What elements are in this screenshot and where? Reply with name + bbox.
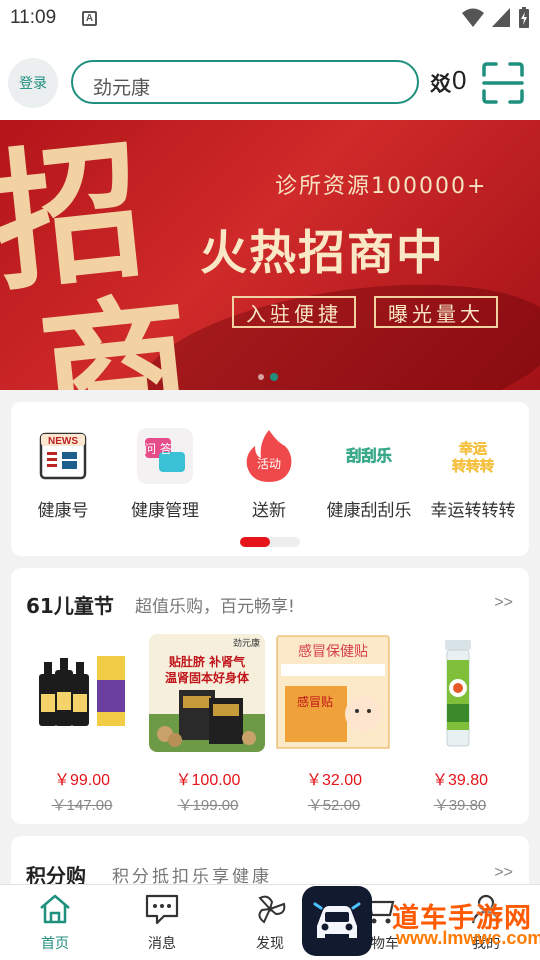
more-link[interactable]: >> [494,864,513,882]
product-patch-label: 感冒贴 [297,694,333,709]
product-card[interactable]: ￥99.00 ￥147.00 [23,634,141,815]
banner-tag-1: 入驻便捷 [232,296,356,328]
qa-icon-text: 问 答 [144,441,172,456]
site-watermark: 道车手游网 www.lmwwc.com [300,884,540,960]
tab-home[interactable]: 首页 [15,891,95,953]
tab-label: 发现 [256,936,284,952]
tab-discover[interactable]: 发现 [230,891,310,953]
health-qa-icon: 问 答 [137,428,193,484]
product-price: ￥100.00 [175,772,241,789]
activity-flame-icon: 活动 [241,428,297,484]
section-title: 61儿童节 [26,594,114,618]
promo-banner[interactable]: 招 商 诊所资源100000+ 火热招商中 入驻便捷 曝光量大 [0,120,540,390]
coin-icon: 㸚 [430,72,451,96]
banner-title: 火热招商中 [200,226,445,281]
product-old-price: ￥39.80 [433,797,487,814]
quick-item-label: 送新 [252,501,286,521]
login-button[interactable]: 登录 [8,58,58,108]
product-image: 感冒保健贴 感冒贴 [275,634,391,752]
banner-tag-2: 曝光量大 [374,296,498,328]
product-image: 劲元康 贴肚脐 补肾气 温肾固本好身体 [149,634,265,752]
system-icons [462,7,530,29]
banner-subtitle: 诊所资源100000+ [275,174,488,199]
quick-item-scratch-card[interactable]: 刮刮乐 健康刮刮乐 [317,428,421,521]
search-input[interactable]: 劲元康 [71,60,419,104]
tab-label: 消息 [148,936,176,952]
quick-item-label: 健康管理 [131,501,199,521]
banner-dot [258,374,264,380]
flame-icon-text: 活动 [257,457,281,471]
coin-count[interactable]: 0 [452,65,466,96]
header: 登录 劲元康 㸚 0 [0,38,540,120]
product-card[interactable]: ￥39.80 ￥39.80 [401,634,519,815]
quick-menu-pager-fill [240,537,270,547]
product-price: ￥39.80 [431,772,489,789]
scratch-card-icon: 刮刮乐 [341,428,397,484]
news-icon: NEWS [35,428,91,484]
home-icon [15,891,95,927]
section-subtitle: 超值乐购，百元畅享! [135,597,295,617]
scratch-icon-text: 刮刮乐 [346,447,392,465]
svg-text:幸运: 幸运 [459,440,487,457]
quick-item-health-management[interactable]: 问 答 健康管理 [113,428,217,521]
product-old-price: ￥52.00 [307,797,361,814]
product-card[interactable]: 感冒保健贴 感冒贴 ￥32.00 ￥52.00 [275,634,393,815]
search-input-value: 劲元康 [93,77,151,99]
banner-pagination [258,373,278,381]
watermark-url: www.lmwwc.com [396,928,540,948]
product-price: ￥99.00 [53,772,111,789]
discover-icon [230,891,310,927]
quick-menu: NEWS 健康号 问 答 健康管理 活动 送新 刮刮乐 健康刮刮乐 幸运 转转转… [11,402,529,556]
product-price: ￥32.00 [305,772,363,789]
product-old-price: ￥199.00 [177,797,239,814]
quick-item-label: 健康刮刮乐 [326,501,412,521]
status-bar: 11:09 A [0,0,540,38]
svg-text:转转转: 转转转 [452,458,494,475]
quick-menu-pager [240,537,300,547]
children-day-section: 61儿童节 超值乐购，百元畅享! >> ￥99.00 ￥147.00 劲元康 贴… [11,568,529,824]
quick-item-gift-new[interactable]: 活动 送新 [217,428,321,521]
quick-item-label: 健康号 [37,501,89,521]
tab-label: 首页 [41,936,69,952]
product-tagline-2: 温肾固本好身体 [165,670,250,685]
scan-icon[interactable] [482,62,524,104]
wifi-icon [462,8,484,27]
notification-icon: A [82,11,97,26]
tab-messages[interactable]: 消息 [122,891,202,953]
news-icon-text: NEWS [48,436,78,447]
product-card[interactable]: 劲元康 贴肚脐 补肾气 温肾固本好身体 ￥100.00 ￥199.00 [149,634,267,815]
battery-icon [519,7,529,28]
lucky-wheel-icon: 幸运 转转转 [445,428,501,484]
product-old-price: ￥147.00 [51,797,113,814]
product-image [401,634,517,752]
message-icon [122,891,202,927]
watermark-car-logo [302,886,372,956]
product-patch-title: 感冒保健贴 [298,643,368,660]
banner-big-char-2: 商 [32,275,201,390]
banner-dot-active [270,373,278,381]
quick-item-label: 幸运转转转 [430,501,516,521]
product-image [23,634,139,752]
signal-icon [492,8,510,27]
quick-item-lucky-wheel[interactable]: 幸运 转转转 幸运转转转 [421,428,525,521]
product-tagline-1: 贴肚脐 补肾气 [169,654,245,669]
status-time: 11:09 [10,7,57,28]
product-brand-text: 劲元康 [233,637,260,649]
more-link[interactable]: >> [494,594,513,612]
quick-item-health-account[interactable]: NEWS 健康号 [11,428,115,521]
